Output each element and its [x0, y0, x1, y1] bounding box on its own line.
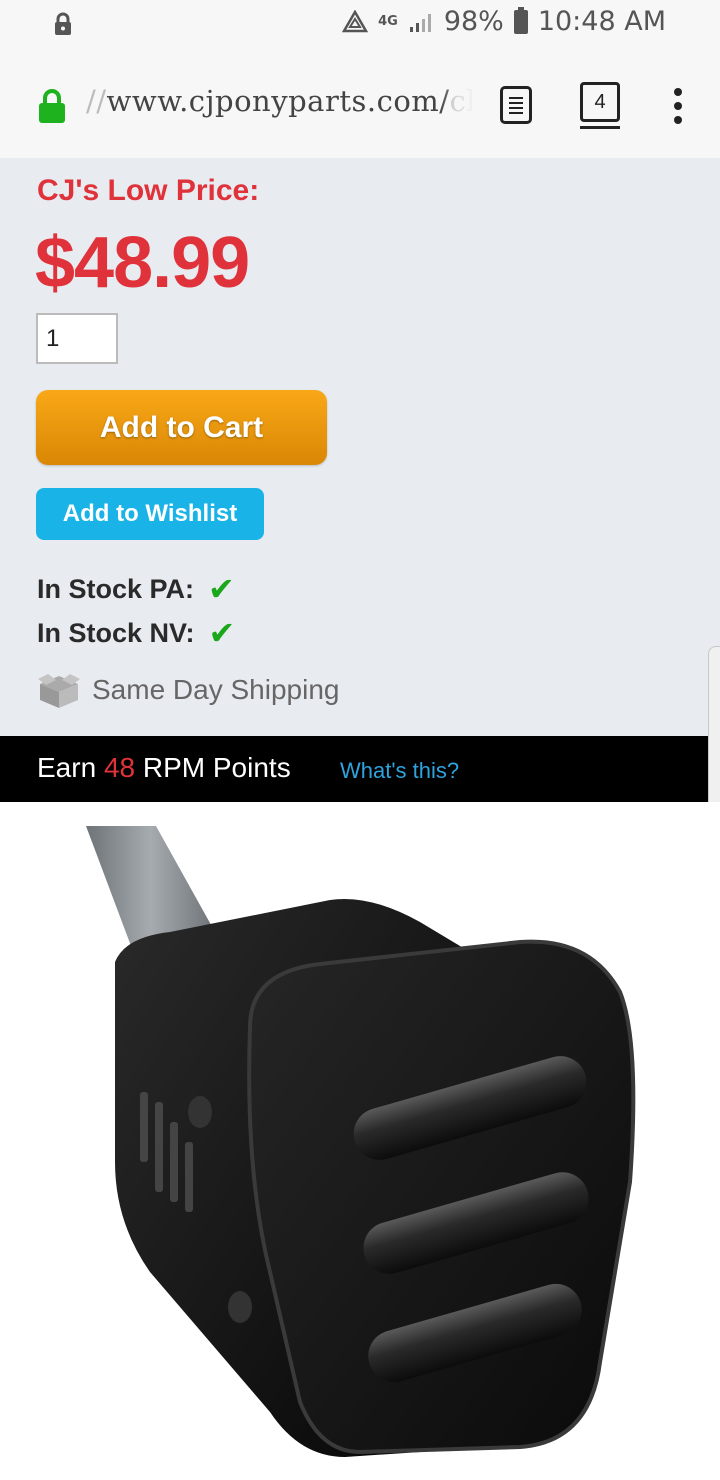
battery-percent: 98%	[443, 6, 504, 37]
checkmark-icon: ✔	[208, 614, 236, 652]
url-prefix: //	[86, 84, 107, 118]
rpm-points-text: Earn 48 RPM Points	[37, 752, 291, 784]
url-field[interactable]: //www.cjponyparts.com/cl	[86, 84, 472, 128]
rpm-prefix: Earn	[37, 752, 97, 783]
mount-hole	[228, 1291, 252, 1323]
tab-switcher-underline	[580, 126, 620, 129]
price-label: CJ's Low Price:	[37, 174, 260, 207]
status-bar: 4G 98% 10:48 AM	[0, 0, 720, 52]
tab-switcher-button[interactable]: 4	[580, 82, 620, 122]
more-vert-icon[interactable]	[672, 86, 684, 126]
browser-toolbar: //www.cjponyparts.com/cl 4	[0, 52, 720, 158]
mount-hole	[188, 1096, 212, 1128]
battery-icon	[513, 6, 528, 34]
rpm-points-bar: Earn 48 RPM Points What's this?	[0, 736, 720, 802]
product-image[interactable]	[0, 802, 720, 1480]
product-price: $48.99	[35, 223, 250, 303]
stock-label: In Stock NV:	[37, 617, 195, 648]
checkmark-icon: ✔	[208, 570, 235, 608]
brake-pedal-pad-illustration	[86, 826, 636, 1457]
reader-mode-icon[interactable]	[500, 86, 532, 124]
network-type: 4G	[378, 13, 398, 29]
url-host: www.cjponyparts.com/	[106, 84, 450, 118]
secure-lock-icon[interactable]	[37, 88, 67, 124]
stock-status-nv: In Stock NV: ✔	[37, 614, 235, 652]
stock-label: In Stock PA:	[37, 573, 195, 604]
rpm-points-value: 48	[103, 752, 136, 783]
signal-icon	[409, 13, 431, 32]
rpm-suffix: RPM Points	[142, 752, 291, 783]
lock-icon	[55, 12, 71, 35]
add-to-cart-button[interactable]: Add to Cart	[36, 390, 327, 465]
product-purchase-panel: CJ's Low Price: $48.99 Add to Cart Add t…	[0, 158, 720, 736]
shipping-box-icon	[38, 674, 80, 708]
status-indicators: 4G 98% 10:48 AM	[342, 6, 666, 37]
clock: 10:48 AM	[537, 6, 666, 37]
recycle-icon	[342, 9, 369, 32]
whats-this-link[interactable]: What's this?	[340, 758, 459, 784]
shipping-info: Same Day Shipping	[36, 670, 339, 710]
shipping-label: Same Day Shipping	[92, 674, 340, 705]
url-fade	[440, 82, 476, 130]
stock-status-pa: In Stock PA: ✔	[37, 570, 235, 608]
add-to-wishlist-button[interactable]: Add to Wishlist	[36, 488, 264, 540]
quantity-input[interactable]	[36, 313, 118, 364]
